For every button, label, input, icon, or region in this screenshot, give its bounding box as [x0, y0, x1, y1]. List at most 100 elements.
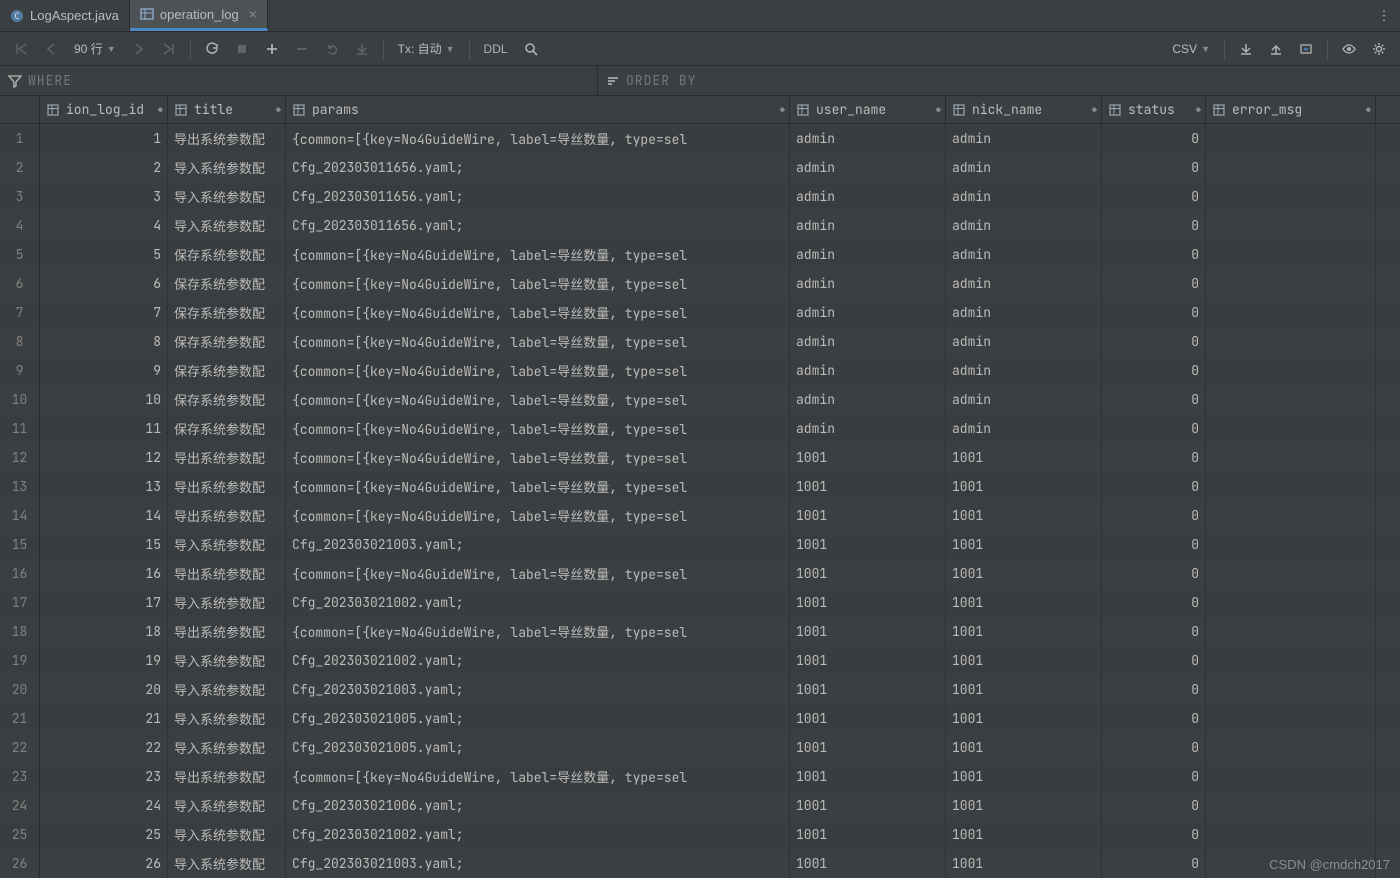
cell-error_msg[interactable] — [1206, 704, 1376, 733]
cell-params[interactable]: Cfg_202303011656.yaml; — [286, 153, 790, 182]
column-header-nick_name[interactable]: nick_name◆ — [946, 96, 1102, 123]
cell-nick_name[interactable]: 1001 — [946, 820, 1102, 849]
table-row[interactable]: 2323导出系统参数配{common=[{key=No4GuideWire, l… — [0, 762, 1400, 791]
cell-params[interactable]: Cfg_202303021006.yaml; — [286, 791, 790, 820]
table-row[interactable]: 88保存系统参数配{common=[{key=No4GuideWire, lab… — [0, 327, 1400, 356]
cell-user_name[interactable]: 1001 — [790, 849, 946, 878]
cell-title[interactable]: 保存系统参数配 — [168, 356, 286, 385]
cell-nick_name[interactable]: 1001 — [946, 675, 1102, 704]
cell-title[interactable]: 导入系统参数配 — [168, 849, 286, 878]
cell-status[interactable]: 0 — [1102, 617, 1206, 646]
cell-nick_name[interactable]: admin — [946, 356, 1102, 385]
cell-title[interactable]: 保存系统参数配 — [168, 240, 286, 269]
cell-title[interactable]: 导入系统参数配 — [168, 675, 286, 704]
cell-title[interactable]: 导出系统参数配 — [168, 559, 286, 588]
cell-params[interactable]: {common=[{key=No4GuideWire, label=导丝数量, … — [286, 240, 790, 269]
table-row[interactable]: 1717导入系统参数配Cfg_202303021002.yaml;1001100… — [0, 588, 1400, 617]
cell-params[interactable]: {common=[{key=No4GuideWire, label=导丝数量, … — [286, 298, 790, 327]
cell-title[interactable]: 导出系统参数配 — [168, 501, 286, 530]
cell-ion_log_id[interactable]: 6 — [40, 269, 168, 298]
view-toggle-button[interactable] — [1336, 36, 1362, 62]
cell-nick_name[interactable]: 1001 — [946, 530, 1102, 559]
cell-nick_name[interactable]: 1001 — [946, 646, 1102, 675]
cell-error_msg[interactable] — [1206, 501, 1376, 530]
cell-ion_log_id[interactable]: 13 — [40, 472, 168, 501]
cell-user_name[interactable]: 1001 — [790, 733, 946, 762]
cell-error_msg[interactable] — [1206, 124, 1376, 153]
cell-ion_log_id[interactable]: 25 — [40, 820, 168, 849]
cell-user_name[interactable]: admin — [790, 124, 946, 153]
cell-error_msg[interactable] — [1206, 588, 1376, 617]
cell-title[interactable]: 导入系统参数配 — [168, 530, 286, 559]
cell-nick_name[interactable]: admin — [946, 298, 1102, 327]
table-row[interactable]: 2020导入系统参数配Cfg_202303021003.yaml;1001100… — [0, 675, 1400, 704]
cell-error_msg[interactable] — [1206, 414, 1376, 443]
cell-user_name[interactable]: 1001 — [790, 588, 946, 617]
table-row[interactable]: 11导出系统参数配{common=[{key=No4GuideWire, lab… — [0, 124, 1400, 153]
settings-button[interactable] — [1366, 36, 1392, 62]
dump-data-button[interactable] — [1293, 36, 1319, 62]
cell-ion_log_id[interactable]: 8 — [40, 327, 168, 356]
table-row[interactable]: 44导入系统参数配Cfg_202303011656.yaml;adminadmi… — [0, 211, 1400, 240]
cell-status[interactable]: 0 — [1102, 443, 1206, 472]
cell-status[interactable]: 0 — [1102, 240, 1206, 269]
tab-operation_log[interactable]: operation_log× — [130, 0, 268, 31]
cell-user_name[interactable]: 1001 — [790, 443, 946, 472]
cell-params[interactable]: {common=[{key=No4GuideWire, label=导丝数量, … — [286, 356, 790, 385]
table-row[interactable]: 99保存系统参数配{common=[{key=No4GuideWire, lab… — [0, 356, 1400, 385]
cell-params[interactable]: Cfg_202303021005.yaml; — [286, 733, 790, 762]
cell-nick_name[interactable]: 1001 — [946, 559, 1102, 588]
last-page-button[interactable] — [156, 36, 182, 62]
cell-params[interactable]: Cfg_202303021002.yaml; — [286, 588, 790, 617]
cell-ion_log_id[interactable]: 23 — [40, 762, 168, 791]
add-row-button[interactable] — [259, 36, 285, 62]
cell-status[interactable]: 0 — [1102, 182, 1206, 211]
tab-menu-button[interactable]: ⋮ — [1368, 0, 1400, 31]
cell-error_msg[interactable] — [1206, 530, 1376, 559]
ddl-button[interactable]: DDL — [478, 36, 514, 62]
export-button[interactable] — [1233, 36, 1259, 62]
cell-title[interactable]: 导入系统参数配 — [168, 588, 286, 617]
cell-title[interactable]: 导入系统参数配 — [168, 182, 286, 211]
cell-nick_name[interactable]: admin — [946, 153, 1102, 182]
commit-button[interactable] — [349, 36, 375, 62]
column-header-ion_log_id[interactable]: ion_log_id◆ — [40, 96, 168, 123]
cell-params[interactable]: Cfg_202303021002.yaml; — [286, 646, 790, 675]
cell-status[interactable]: 0 — [1102, 704, 1206, 733]
cell-params[interactable]: {common=[{key=No4GuideWire, label=导丝数量, … — [286, 124, 790, 153]
search-button[interactable] — [518, 36, 544, 62]
cell-status[interactable]: 0 — [1102, 298, 1206, 327]
cell-ion_log_id[interactable]: 17 — [40, 588, 168, 617]
cell-params[interactable]: {common=[{key=No4GuideWire, label=导丝数量, … — [286, 501, 790, 530]
cell-status[interactable]: 0 — [1102, 559, 1206, 588]
cell-ion_log_id[interactable]: 9 — [40, 356, 168, 385]
cell-nick_name[interactable]: 1001 — [946, 849, 1102, 878]
column-header-params[interactable]: params◆ — [286, 96, 790, 123]
cell-nick_name[interactable]: 1001 — [946, 472, 1102, 501]
cell-user_name[interactable]: 1001 — [790, 501, 946, 530]
cell-title[interactable]: 保存系统参数配 — [168, 327, 286, 356]
cell-user_name[interactable]: admin — [790, 385, 946, 414]
cell-user_name[interactable]: 1001 — [790, 762, 946, 791]
cell-nick_name[interactable]: admin — [946, 240, 1102, 269]
cell-title[interactable]: 导入系统参数配 — [168, 733, 286, 762]
cell-error_msg[interactable] — [1206, 733, 1376, 762]
cell-user_name[interactable]: admin — [790, 298, 946, 327]
cell-ion_log_id[interactable]: 16 — [40, 559, 168, 588]
cell-status[interactable]: 0 — [1102, 588, 1206, 617]
cell-status[interactable]: 0 — [1102, 820, 1206, 849]
cell-status[interactable]: 0 — [1102, 414, 1206, 443]
cell-user_name[interactable]: 1001 — [790, 820, 946, 849]
cell-error_msg[interactable] — [1206, 675, 1376, 704]
cell-status[interactable]: 0 — [1102, 733, 1206, 762]
cell-params[interactable]: {common=[{key=No4GuideWire, label=导丝数量, … — [286, 559, 790, 588]
cell-params[interactable]: {common=[{key=No4GuideWire, label=导丝数量, … — [286, 617, 790, 646]
where-input[interactable] — [28, 72, 218, 89]
import-button[interactable] — [1263, 36, 1289, 62]
cell-nick_name[interactable]: admin — [946, 327, 1102, 356]
cell-error_msg[interactable] — [1206, 153, 1376, 182]
cell-nick_name[interactable]: admin — [946, 124, 1102, 153]
table-row[interactable]: 66保存系统参数配{common=[{key=No4GuideWire, lab… — [0, 269, 1400, 298]
cell-error_msg[interactable] — [1206, 559, 1376, 588]
cell-status[interactable]: 0 — [1102, 791, 1206, 820]
